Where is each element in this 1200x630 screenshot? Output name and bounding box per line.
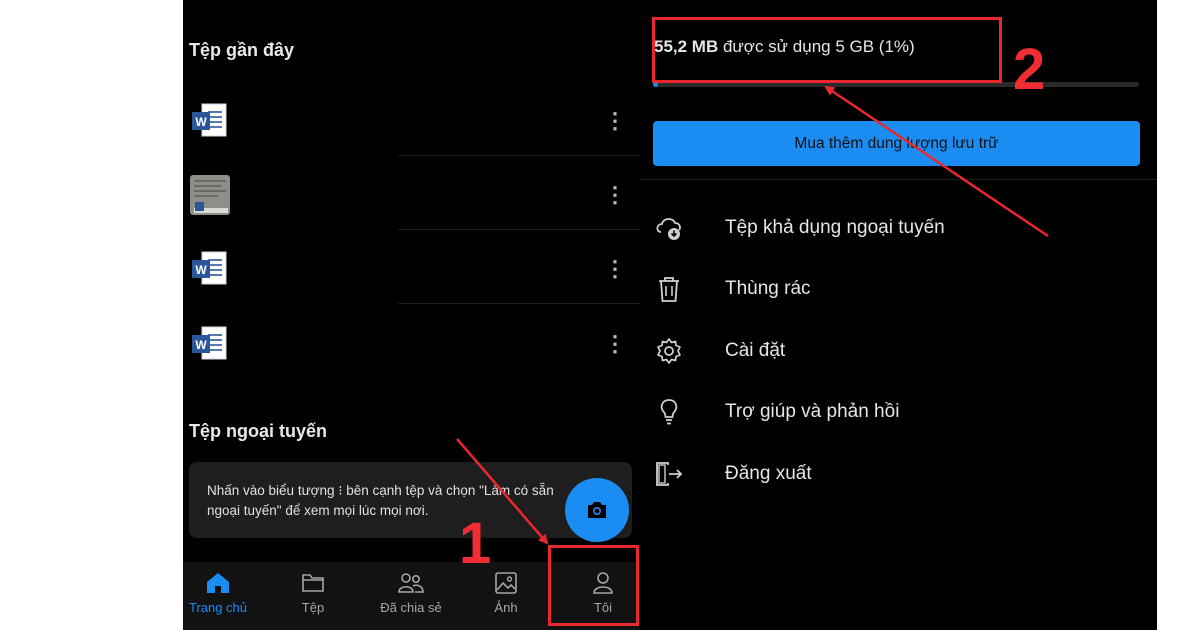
menu-item-offline-files[interactable]: Tệp khả dụng ngoại tuyến: [640, 200, 1157, 256]
offline-hint-text: Nhấn vào biểu tượng ⁝ bên cạnh tệp và ch…: [207, 483, 554, 498]
menu-item-label: Thùng rác: [725, 278, 811, 299]
svg-text:W: W: [195, 115, 207, 129]
nav-home[interactable]: Trang chủ: [183, 572, 253, 626]
menu-item-label: Tệp khả dụng ngoại tuyến: [725, 217, 945, 238]
svg-text:W: W: [195, 263, 207, 277]
divider: [398, 303, 640, 304]
nav-photos-label: Ảnh: [494, 600, 518, 615]
folder-icon: [302, 574, 324, 592]
lightbulb-icon: [660, 399, 678, 425]
buy-storage-button[interactable]: Mua thêm dung lượng lưu trữ: [653, 121, 1140, 166]
doc-thumbnail-icon: [190, 175, 230, 215]
file-row[interactable]: W ⋮: [183, 82, 640, 156]
menu-item-settings[interactable]: Cài đặt: [640, 323, 1157, 379]
sign-out-icon: [656, 462, 683, 486]
word-doc-icon: W: [192, 103, 227, 137]
offline-hint-text: ngoại tuyến" để xem mọi lúc mọi nơi.: [207, 503, 429, 518]
word-doc-icon: W: [192, 326, 227, 360]
file-row[interactable]: ⋮: [183, 156, 640, 230]
step-number-2: 2: [1013, 37, 1046, 102]
files-home-screen: Tệp gần đây W ⋮ ⋮ W ⋮ W ⋮ Tệp ngoại tuyế…: [183, 0, 640, 630]
home-icon: [207, 573, 229, 593]
gear-icon: [657, 338, 681, 364]
step-number-1: 1: [459, 511, 492, 576]
more-options-button[interactable]: ⋮: [603, 254, 627, 284]
nav-files-label: Tệp: [301, 600, 325, 615]
menu-item-label: Trợ giúp và phản hồi: [725, 401, 900, 422]
nav-shared[interactable]: Đã chia sẻ: [368, 572, 454, 626]
more-options-button[interactable]: ⋮: [603, 106, 627, 136]
more-options-button[interactable]: ⋮: [603, 329, 627, 359]
nav-shared-label: Đã chia sẻ: [380, 600, 442, 615]
word-doc-icon: W: [192, 251, 227, 285]
cloud-download-icon: [656, 218, 681, 240]
menu-item-label: Cài đặt: [725, 340, 786, 361]
camera-scan-button[interactable]: [565, 478, 629, 542]
trash-icon: [659, 277, 679, 302]
menu-item-label: Đăng xuất: [725, 463, 812, 484]
nav-home-label: Trang chủ: [188, 600, 248, 615]
divider: [640, 179, 1157, 180]
menu-item-trash[interactable]: Thùng rác: [640, 261, 1157, 317]
file-row[interactable]: W ⋮: [183, 230, 640, 304]
nav-photos[interactable]: Ảnh: [481, 572, 531, 626]
photo-icon: [495, 572, 517, 594]
file-row[interactable]: W ⋮: [183, 305, 640, 379]
svg-text:W: W: [195, 338, 207, 352]
account-screen: 55,2 MB được sử dụng 5 GB (1%) Mua thêm …: [640, 0, 1157, 630]
more-options-button[interactable]: ⋮: [603, 180, 627, 210]
nav-files[interactable]: Tệp: [283, 572, 343, 626]
camera-icon: [588, 502, 606, 518]
shared-people-icon: [398, 573, 424, 593]
recent-files-title: Tệp gần đây: [189, 40, 295, 60]
highlight-box-me-tab: [548, 545, 639, 626]
menu-item-sign-out[interactable]: Đăng xuất: [640, 446, 1157, 502]
menu-item-help[interactable]: Trợ giúp và phản hồi: [640, 384, 1157, 440]
offline-files-title: Tệp ngoại tuyến: [189, 421, 328, 441]
highlight-box-storage: [652, 17, 1002, 83]
